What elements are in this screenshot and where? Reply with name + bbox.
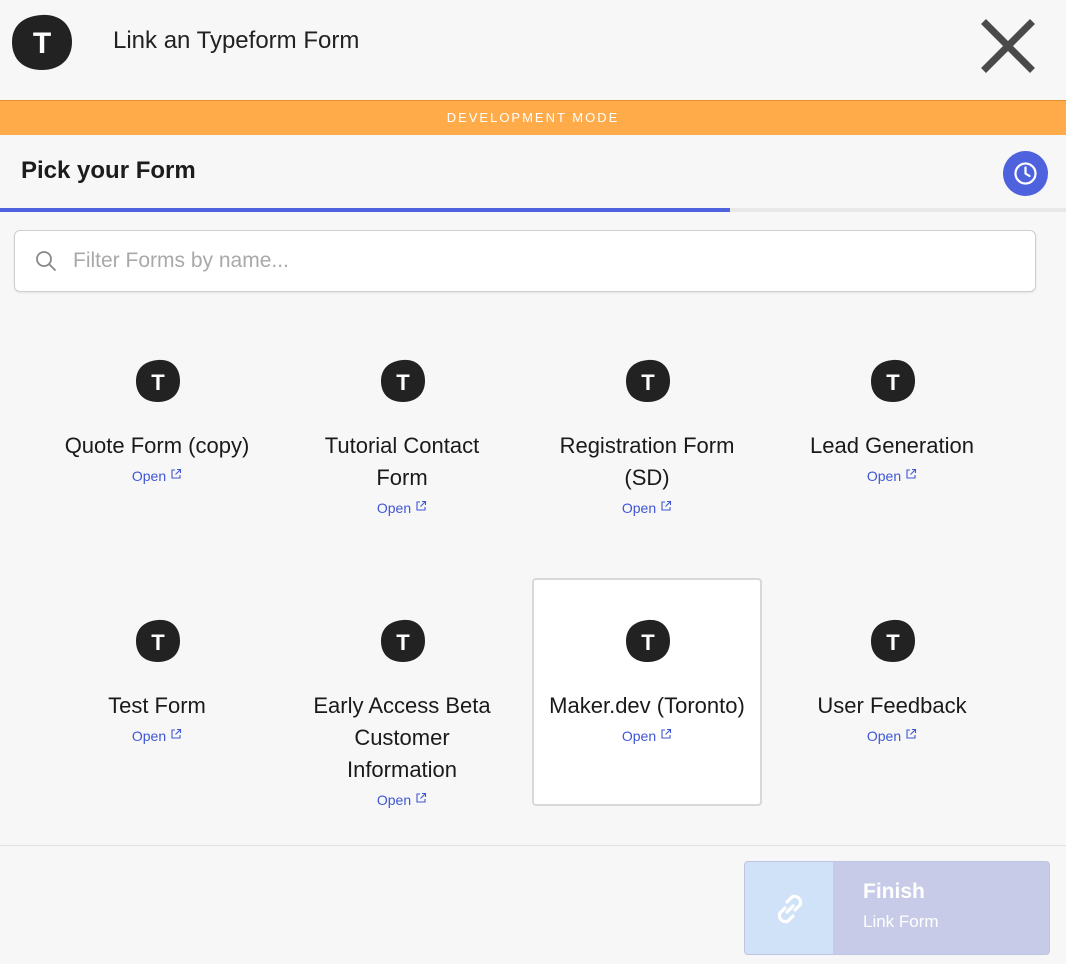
open-link-label: Open [131, 468, 167, 484]
form-title: Maker.dev (Toronto) [549, 693, 745, 718]
form-title: Lead Generation [810, 433, 974, 458]
clock-icon [1014, 162, 1037, 185]
form-title: Quote Form (copy) [64, 433, 250, 458]
open-link-label: Open [621, 500, 657, 516]
external-link-icon [906, 728, 917, 739]
open-link-label: Open [866, 728, 902, 744]
section-title: Pick your Form [21, 157, 196, 184]
form-name: Tutorial Contact Form Open [287, 430, 517, 516]
svg-text:T: T [396, 370, 410, 395]
background-edge [1066, 0, 1072, 964]
svg-text:T: T [151, 630, 165, 655]
typeform-logo-icon: T [871, 619, 915, 662]
external-link-icon [171, 468, 182, 479]
open-form-link[interactable]: Open [287, 792, 517, 808]
typeform-logo-icon: T [626, 619, 670, 662]
form-card[interactable]: T Quote Form (copy) Open [42, 318, 272, 546]
open-link-label: Open [376, 792, 412, 808]
step-progress-fill [0, 208, 731, 212]
open-form-link[interactable]: Open [532, 500, 762, 516]
form-title: Registration Form (SD) [559, 433, 735, 490]
link-form-modal: T Link an Typeform Form DEVELOPMENT MODE… [0, 0, 1066, 964]
svg-text:T: T [886, 630, 900, 655]
search-icon [36, 251, 56, 271]
form-title: Tutorial Contact Form [324, 433, 480, 490]
form-title: Test Form [108, 693, 206, 718]
step-progress-bar [0, 208, 1066, 212]
form-name: User Feedback Open [777, 690, 1007, 744]
typeform-logo-icon: T [381, 619, 425, 662]
svg-text:T: T [886, 370, 900, 395]
modal-title: Link an Typeform Form [113, 27, 360, 54]
typeform-logo-icon: T [12, 14, 72, 71]
open-form-link[interactable]: Open [534, 728, 760, 744]
finish-icon-box [745, 862, 833, 954]
form-name: Early Access Beta Customer Information O… [287, 690, 517, 808]
form-card[interactable]: T Early Access Beta Customer Information… [287, 578, 517, 808]
development-mode-banner: DEVELOPMENT MODE [0, 100, 1066, 135]
open-link-label: Open [131, 728, 167, 744]
form-card[interactable]: T User Feedback Open [777, 578, 1007, 806]
open-link-label: Open [376, 500, 412, 516]
open-form-link[interactable]: Open [42, 728, 272, 744]
typeform-logo-icon: T [136, 359, 180, 402]
external-link-icon [416, 792, 427, 803]
svg-text:T: T [641, 630, 655, 655]
open-form-link[interactable]: Open [287, 500, 517, 516]
modal-footer: Finish Link Form [0, 845, 1066, 964]
typeform-logo-icon: T [381, 359, 425, 402]
close-icon[interactable] [978, 18, 1038, 74]
form-name: Test Form Open [42, 690, 272, 744]
open-link-label: Open [621, 728, 657, 744]
form-name: Maker.dev (Toronto) Open [534, 690, 760, 744]
form-card[interactable]: T Tutorial Contact Form Open [287, 318, 517, 546]
external-link-icon [416, 500, 427, 511]
finish-link-form-button[interactable]: Finish Link Form [744, 861, 1050, 955]
form-card[interactable]: T Lead Generation Open [777, 318, 1007, 546]
typeform-logo-icon: T [626, 359, 670, 402]
svg-text:T: T [396, 630, 410, 655]
svg-text:T: T [151, 370, 165, 395]
form-title: Early Access Beta Customer Information [313, 693, 491, 782]
form-card-selected[interactable]: T Maker.dev (Toronto) Open [532, 578, 762, 806]
external-link-icon [171, 728, 182, 739]
form-card[interactable]: T Registration Form (SD) Open [532, 318, 762, 546]
typeform-logo-icon: T [871, 359, 915, 402]
form-card[interactable]: T Test Form Open [42, 578, 272, 806]
search-input[interactable] [73, 241, 1013, 281]
finish-title: Finish [863, 880, 925, 903]
open-form-link[interactable]: Open [777, 468, 1007, 484]
form-grid: T Quote Form (copy) Open T Tutorial Cont… [0, 318, 1066, 828]
form-name: Lead Generation Open [777, 430, 1007, 484]
finish-subtitle: Link Form [863, 912, 939, 931]
external-link-icon [906, 468, 917, 479]
svg-text:T: T [33, 27, 51, 60]
form-name: Registration Form (SD) Open [532, 430, 762, 516]
open-form-link[interactable]: Open [777, 728, 1007, 744]
typeform-logo-icon: T [136, 619, 180, 662]
external-link-icon [661, 728, 672, 739]
form-name: Quote Form (copy) Open [42, 430, 272, 484]
link-icon [777, 894, 803, 924]
search-field [14, 230, 1036, 292]
history-button[interactable] [1003, 151, 1048, 196]
svg-text:T: T [641, 370, 655, 395]
pick-form-header: Pick your Form [0, 135, 1066, 213]
form-title: User Feedback [817, 693, 967, 718]
modal-header: T Link an Typeform Form [0, 0, 1066, 100]
open-form-link[interactable]: Open [42, 468, 272, 484]
open-link-label: Open [866, 468, 902, 484]
external-link-icon [661, 500, 672, 511]
